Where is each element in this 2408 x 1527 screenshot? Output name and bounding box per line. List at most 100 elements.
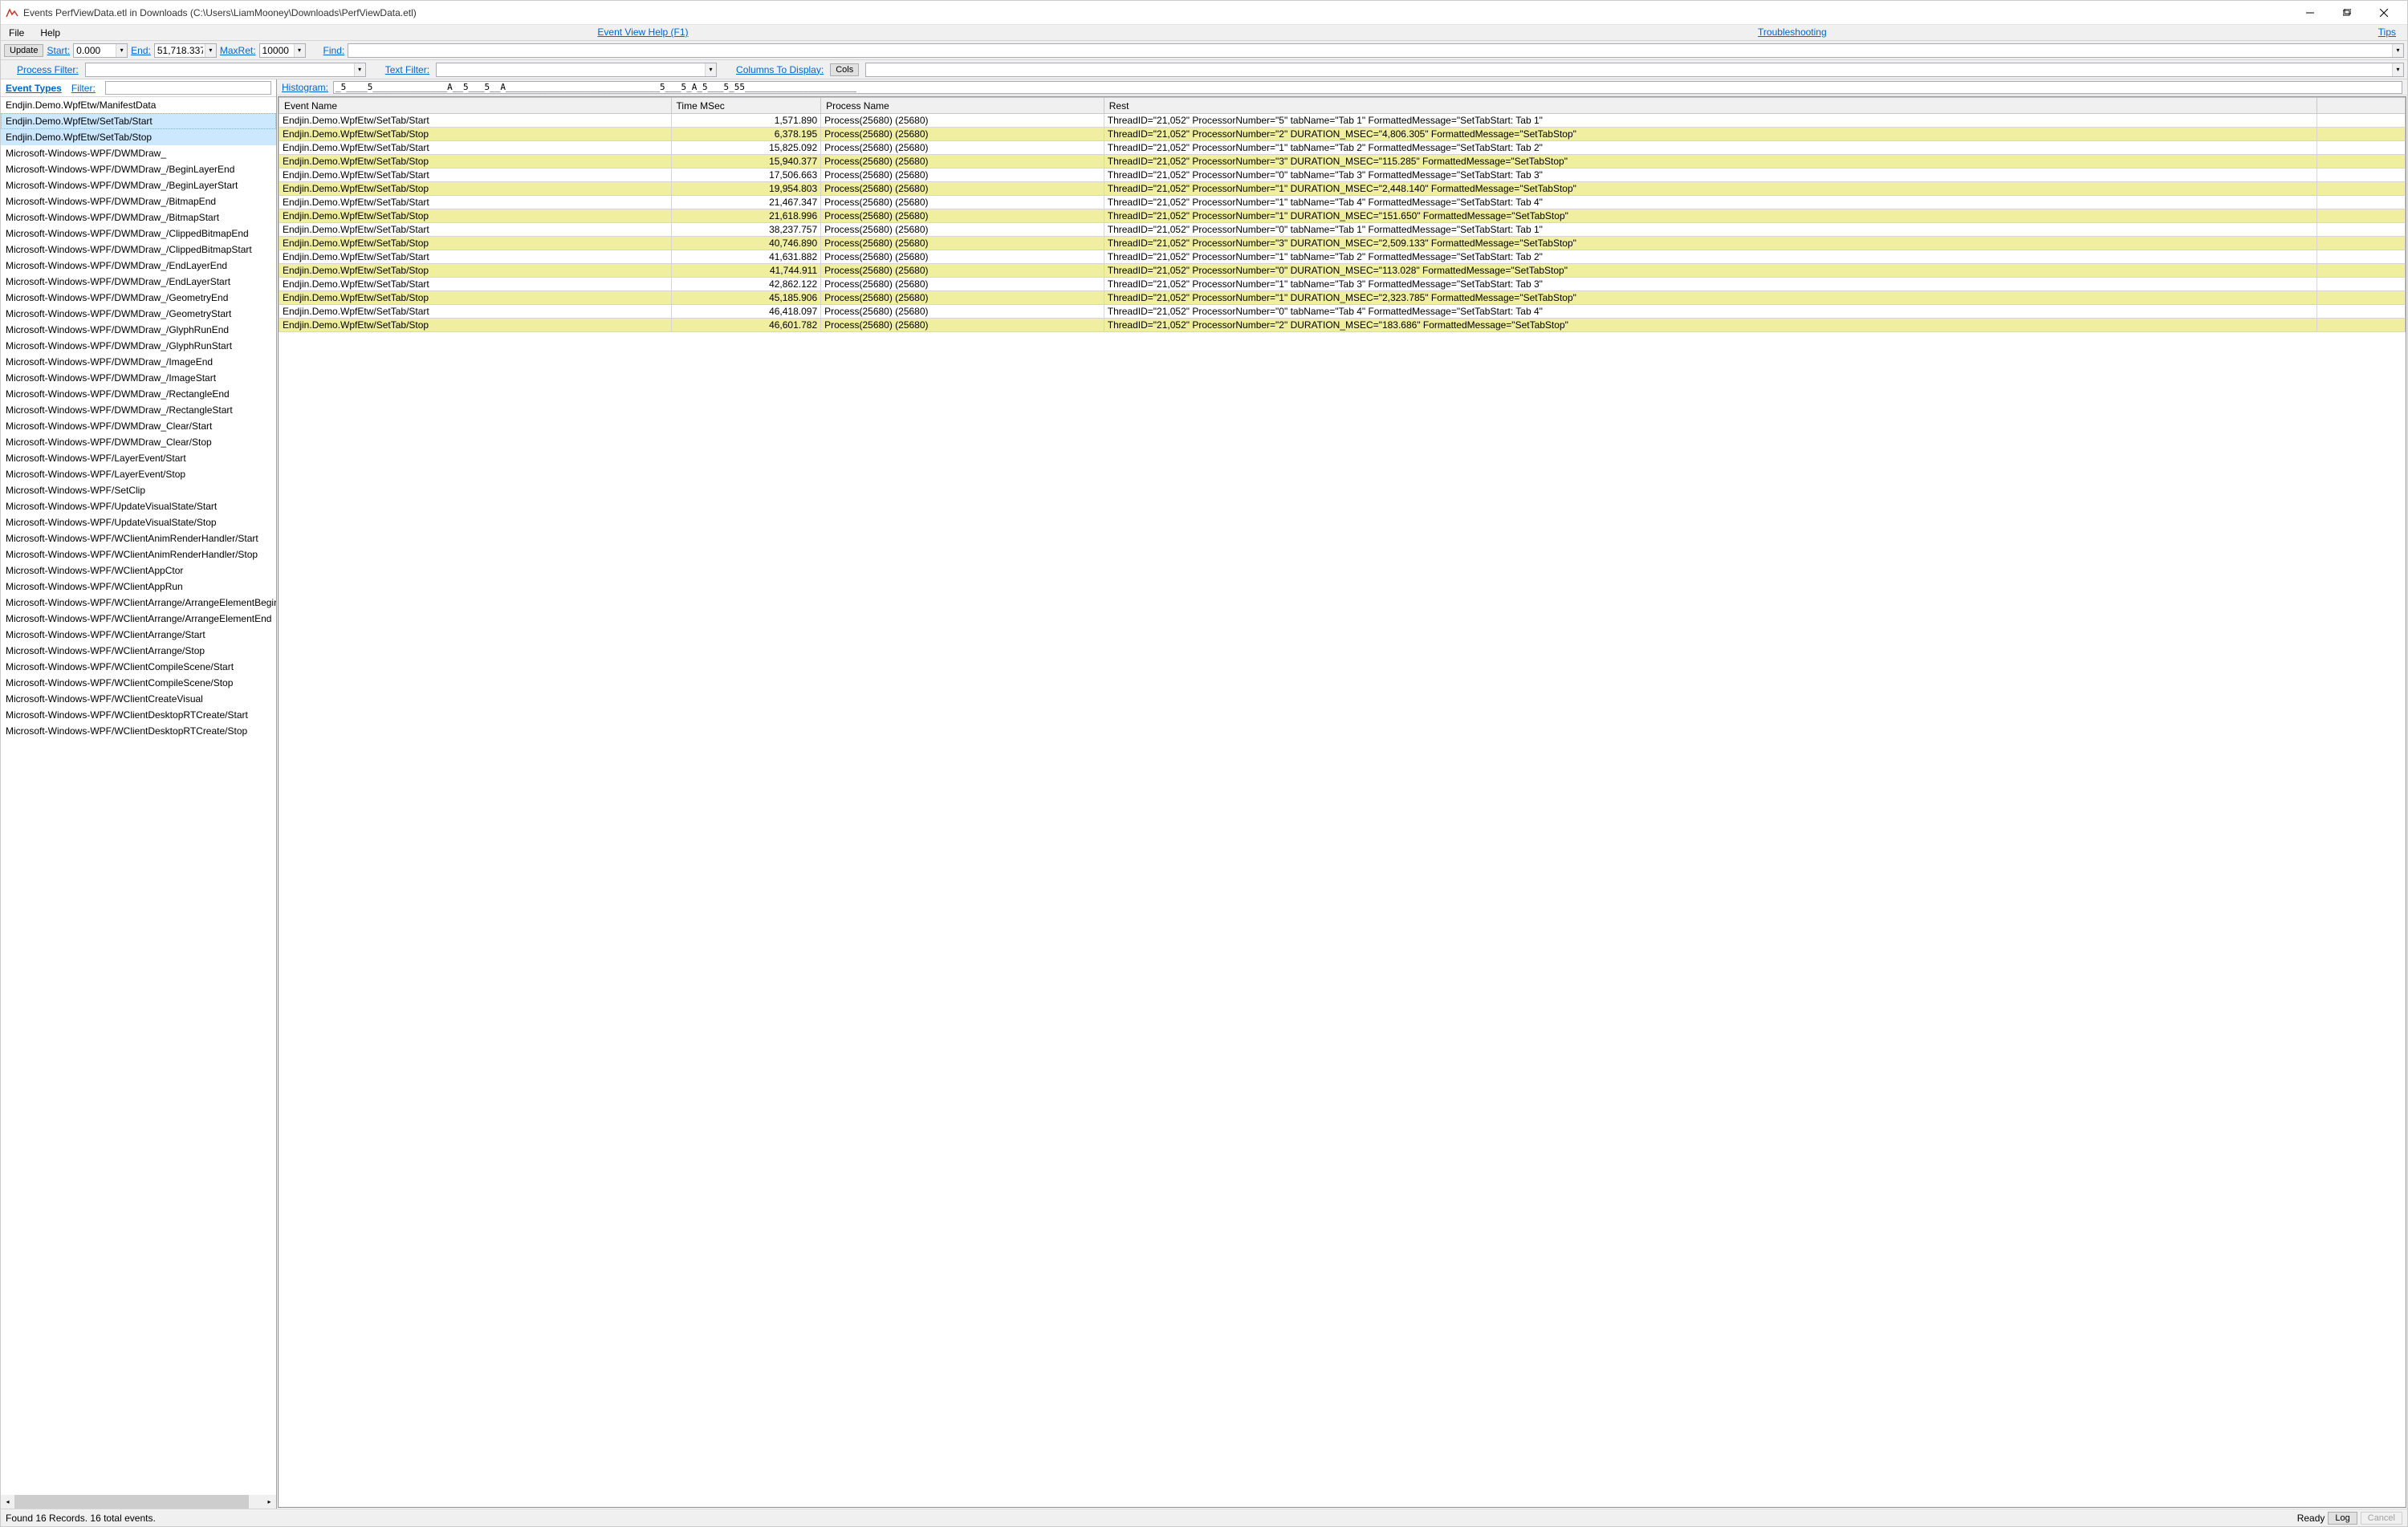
process-filter-label[interactable]: Process Filter: [17,64,79,75]
table-cell[interactable]: ThreadID="21,052" ProcessorNumber="1" ta… [1104,196,2316,209]
table-cell[interactable]: 46,418.097 [671,305,821,319]
table-cell[interactable]: Process(25680) (25680) [821,223,1104,237]
table-cell[interactable]: Endjin.Demo.WpfEtw/SetTab/Stop [279,155,672,169]
table-cell[interactable]: ThreadID="21,052" ProcessorNumber="3" DU… [1104,237,2316,250]
maximize-button[interactable] [2329,1,2365,25]
event-type-item[interactable]: Microsoft-Windows-WPF/WClientArrange/Arr… [1,611,276,627]
event-view-help-link[interactable]: Event View Help (F1) [68,25,1218,40]
scroll-right-icon[interactable]: ▸ [262,1498,276,1505]
horizontal-scrollbar[interactable]: ◂ ▸ [1,1495,276,1509]
table-cell[interactable]: Endjin.Demo.WpfEtw/SetTab/Start [279,114,672,128]
event-type-item[interactable]: Microsoft-Windows-WPF/DWMDraw_Clear/Stop [1,434,276,450]
table-cell[interactable]: Process(25680) (25680) [821,264,1104,278]
troubleshooting-link[interactable]: Troubleshooting [1218,25,2367,40]
table-row[interactable]: Endjin.Demo.WpfEtw/SetTab/Stop21,618.996… [279,209,2406,223]
event-type-item[interactable]: Microsoft-Windows-WPF/DWMDraw_/ClippedBi… [1,242,276,258]
table-cell[interactable]: Process(25680) (25680) [821,209,1104,223]
table-cell[interactable]: 21,618.996 [671,209,821,223]
table-row[interactable]: Endjin.Demo.WpfEtw/SetTab/Stop45,185.906… [279,291,2406,305]
table-cell[interactable]: 6,378.195 [671,128,821,141]
event-type-item[interactable]: Microsoft-Windows-WPF/WClientArrange/Arr… [1,595,276,611]
event-type-item[interactable]: Microsoft-Windows-WPF/DWMDraw_/Rectangle… [1,386,276,402]
table-cell[interactable]: ThreadID="21,052" ProcessorNumber="0" ta… [1104,169,2316,182]
event-type-item[interactable]: Microsoft-Windows-WPF/DWMDraw_/BeginLaye… [1,161,276,177]
chevron-down-icon[interactable]: ▾ [116,44,127,57]
cols-to-display-label[interactable]: Columns To Display: [736,64,824,75]
minimize-button[interactable] [2292,1,2329,25]
tips-link[interactable]: Tips [2367,25,2407,40]
event-type-item[interactable]: Microsoft-Windows-WPF/WClientArrange/Sta… [1,627,276,643]
log-button[interactable]: Log [2328,1512,2357,1525]
table-cell[interactable]: 1,571.890 [671,114,821,128]
table-cell[interactable]: ThreadID="21,052" ProcessorNumber="1" DU… [1104,209,2316,223]
process-filter-input[interactable] [85,63,366,77]
table-row[interactable]: Endjin.Demo.WpfEtw/SetTab/Start42,862.12… [279,278,2406,291]
event-type-item[interactable]: Microsoft-Windows-WPF/DWMDraw_/Rectangle… [1,402,276,418]
table-row[interactable]: Endjin.Demo.WpfEtw/SetTab/Stop41,744.911… [279,264,2406,278]
event-type-item[interactable]: Microsoft-Windows-WPF/WClientAnimRenderH… [1,546,276,562]
text-filter-input[interactable] [436,63,717,77]
maxret-label[interactable]: MaxRet: [220,45,256,56]
table-row[interactable]: Endjin.Demo.WpfEtw/SetTab/Stop46,601.782… [279,319,2406,332]
table-cell[interactable]: Endjin.Demo.WpfEtw/SetTab/Start [279,169,672,182]
table-cell[interactable]: Process(25680) (25680) [821,278,1104,291]
data-grid[interactable]: Event NameTime MSecProcess NameRest Endj… [278,96,2406,1508]
table-cell[interactable]: Endjin.Demo.WpfEtw/SetTab/Stop [279,264,672,278]
column-header[interactable]: Event Name [279,98,672,114]
table-cell[interactable]: Process(25680) (25680) [821,291,1104,305]
event-type-item[interactable]: Microsoft-Windows-WPF/WClientCompileScen… [1,659,276,675]
event-type-item[interactable]: Microsoft-Windows-WPF/WClientAppRun [1,579,276,595]
chevron-down-icon[interactable]: ▾ [205,44,216,57]
table-cell[interactable]: Endjin.Demo.WpfEtw/SetTab/Stop [279,209,672,223]
process-filter-combo[interactable]: ▾ [85,63,366,77]
table-cell[interactable]: ThreadID="21,052" ProcessorNumber="1" ta… [1104,250,2316,264]
table-cell[interactable]: 42,862.122 [671,278,821,291]
table-row[interactable]: Endjin.Demo.WpfEtw/SetTab/Start38,237.75… [279,223,2406,237]
table-cell[interactable]: ThreadID="21,052" ProcessorNumber="1" DU… [1104,291,2316,305]
table-cell[interactable]: 38,237.757 [671,223,821,237]
column-header[interactable]: Rest [1104,98,2316,114]
text-filter-label[interactable]: Text Filter: [385,64,429,75]
table-cell[interactable]: 19,954.803 [671,182,821,196]
chevron-down-icon[interactable]: ▾ [294,44,305,57]
table-row[interactable]: Endjin.Demo.WpfEtw/SetTab/Start41,631.88… [279,250,2406,264]
event-type-item[interactable]: Microsoft-Windows-WPF/WClientDesktopRTCr… [1,723,276,739]
event-type-item[interactable]: Microsoft-Windows-WPF/DWMDraw_/BitmapEnd [1,193,276,209]
maxret-combo[interactable]: ▾ [259,43,306,58]
cols-button[interactable]: Cols [830,63,859,76]
histogram-label[interactable]: Histogram: [282,82,328,93]
chevron-down-icon[interactable]: ▾ [2392,44,2403,57]
table-cell[interactable]: Process(25680) (25680) [821,182,1104,196]
event-type-item[interactable]: Microsoft-Windows-WPF/UpdateVisualState/… [1,514,276,530]
end-combo[interactable]: ▾ [154,43,217,58]
table-cell[interactable]: 17,506.663 [671,169,821,182]
close-button[interactable] [2365,1,2402,25]
menu-file[interactable]: File [1,25,32,40]
table-row[interactable]: Endjin.Demo.WpfEtw/SetTab/Stop6,378.195P… [279,128,2406,141]
table-cell[interactable]: Endjin.Demo.WpfEtw/SetTab/Start [279,223,672,237]
event-type-item[interactable]: Microsoft-Windows-WPF/UpdateVisualState/… [1,498,276,514]
text-filter-combo[interactable]: ▾ [436,63,717,77]
column-header[interactable]: Process Name [821,98,1104,114]
table-cell[interactable]: ThreadID="21,052" ProcessorNumber="1" DU… [1104,182,2316,196]
table-row[interactable]: Endjin.Demo.WpfEtw/SetTab/Stop19,954.803… [279,182,2406,196]
event-type-item[interactable]: Microsoft-Windows-WPF/DWMDraw_/ImageEnd [1,354,276,370]
table-cell[interactable]: Endjin.Demo.WpfEtw/SetTab/Stop [279,319,672,332]
scroll-left-icon[interactable]: ◂ [1,1498,14,1505]
table-cell[interactable]: Process(25680) (25680) [821,196,1104,209]
event-type-item[interactable]: Microsoft-Windows-WPF/WClientCompileScen… [1,675,276,691]
table-cell[interactable]: Process(25680) (25680) [821,237,1104,250]
table-cell[interactable]: ThreadID="21,052" ProcessorNumber="3" DU… [1104,155,2316,169]
event-type-item[interactable]: Endjin.Demo.WpfEtw/SetTab/Stop [1,129,276,145]
table-cell[interactable]: ThreadID="21,052" ProcessorNumber="0" DU… [1104,264,2316,278]
update-button[interactable]: Update [4,44,43,57]
event-type-item[interactable]: Microsoft-Windows-WPF/DWMDraw_ [1,145,276,161]
event-type-list[interactable]: Endjin.Demo.WpfEtw/ManifestDataEndjin.De… [1,97,276,1495]
table-row[interactable]: Endjin.Demo.WpfEtw/SetTab/Start15,825.09… [279,141,2406,155]
column-header[interactable] [2317,98,2406,114]
chevron-down-icon[interactable]: ▾ [2392,63,2403,76]
table-row[interactable]: Endjin.Demo.WpfEtw/SetTab/Start1,571.890… [279,114,2406,128]
table-cell[interactable]: 41,744.911 [671,264,821,278]
event-type-item[interactable]: Microsoft-Windows-WPF/DWMDraw_/ClippedBi… [1,225,276,242]
event-type-item[interactable]: Microsoft-Windows-WPF/DWMDraw_/EndLayerS… [1,274,276,290]
